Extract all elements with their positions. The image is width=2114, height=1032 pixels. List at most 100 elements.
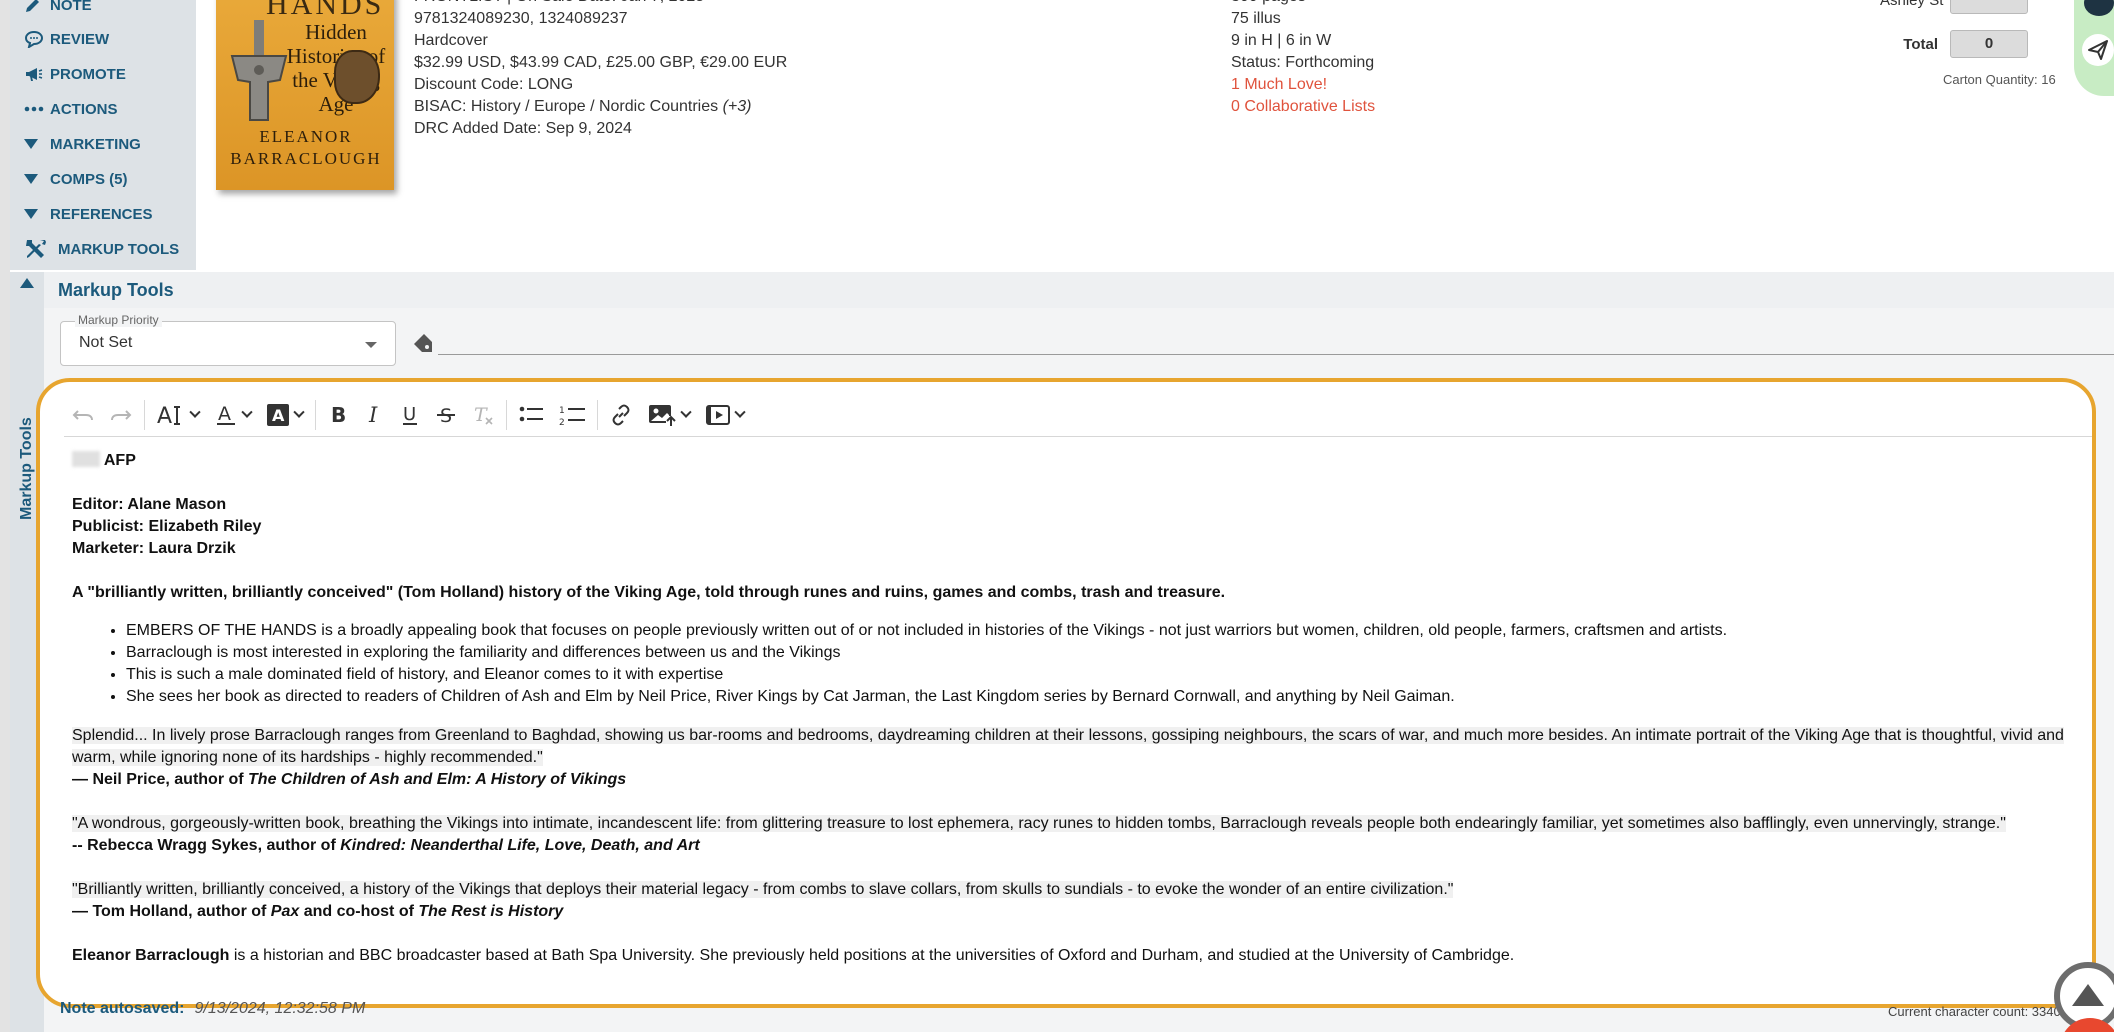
markup-tools-title: Markup Tools [58,280,174,300]
sidebar-item-label: REVIEW [50,30,110,48]
cart-icon[interactable] [2084,0,2114,16]
note-header: AFP [72,450,2082,472]
headline: A "brilliantly written, brilliantly conc… [72,584,1226,601]
svg-text:A: A [157,404,172,426]
sidebar-item-note[interactable]: NOTE [24,0,92,20]
ellipsis-icon [24,106,50,112]
redacted-text [72,451,100,467]
note-content[interactable]: AFP Editor: Alane Mason Publicist: Eliza… [72,450,2082,967]
toolbar-bottom-border [64,436,2092,437]
list-item: Barraclough is most interested in explor… [126,642,2082,664]
bisac: BISAC: History / Europe / Nordic Countri… [414,98,752,115]
user-quantity-input[interactable] [1950,0,2028,14]
sidebar-item-label: MARKETING [50,135,141,153]
selling-points-list: EMBERS OF THE HANDS is a broadly appeali… [126,620,2082,708]
book-metadata-secondary: 300 pages 75 illus 9 in H | 6 in W Statu… [1231,0,1375,118]
tags-input[interactable] [438,354,2114,355]
quote-neil-price: Splendid... In lively prose Barraclough … [72,727,2064,766]
publicist-line: Publicist: Elizabeth Riley [72,518,262,535]
prices: $32.99 USD, $43.99 CAD, £25.00 GBP, €29.… [414,54,788,71]
svg-text:A: A [272,406,285,425]
arrow-up-icon [2072,984,2104,1006]
format: Hardcover [414,32,488,49]
total-label: Total [1903,35,1938,53]
sidebar-item-marketing[interactable]: MARKETING [24,129,141,159]
sidebar: NOTE REVIEW PROMOTE ACTIONS MARKETING CO… [10,0,196,270]
rune-stone-image [334,50,380,104]
sidebar-item-review[interactable]: REVIEW [24,24,109,54]
quote-attribution: — Tom Holland, author of Pax and co-host… [72,903,564,920]
bisac-more[interactable]: (+3) [723,98,752,115]
collapse-caret-icon[interactable] [20,278,34,288]
svg-text:U: U [403,404,416,425]
italic-icon[interactable]: I [356,397,392,433]
sidebar-item-label: REFERENCES [50,205,153,223]
list-item: She sees her book as directed to readers… [126,686,2082,708]
sidebar-item-references[interactable]: REFERENCES [24,199,153,229]
action-column [2074,0,2114,96]
status: Status: Forthcoming [1231,54,1375,71]
pages: 300 pages [1231,0,1375,8]
chevron-down-icon [365,342,377,348]
discount-code: Discount Code: LONG [414,76,574,93]
sidebar-item-promote[interactable]: PROMOTE [24,59,126,89]
undo-icon[interactable] [64,397,102,433]
svg-text:I: I [368,404,378,426]
editor-line: Editor: Alane Mason [72,496,227,513]
note-editor[interactable]: A A A B I U S T 12 AFP Editor: Alane Mas… [36,378,2096,1008]
total-value: 0 [1950,30,2028,58]
svg-text:B: B [331,404,346,426]
sidebar-item-label: NOTE [50,0,92,14]
toolbar-divider [315,400,316,430]
insert-image-icon[interactable] [640,397,698,433]
collaborative-lists-link[interactable]: 0 Collaborative Lists [1231,96,1375,118]
drc-date: DRC Added Date: Sep 9, 2024 [414,120,632,137]
sidebar-item-comps[interactable]: COMPS (5) [24,164,128,194]
sidebar-item-markup-tools[interactable]: MARKUP TOOLS [24,234,179,264]
editor-toolbar: A A A B I U S T 12 [64,394,2092,436]
total-quantity-row: Total 0 [1880,30,2028,58]
cover-title: HANDS [266,0,385,21]
thor-hammer-icon [224,20,294,135]
insert-media-icon[interactable] [698,397,752,433]
redo-icon[interactable] [102,397,140,433]
tag-icon [412,332,434,359]
user-quantity-label: Ashley St [1880,0,1944,9]
book-metadata: FRONTLIST | On Sale Date: Jan 7, 2025 97… [414,0,787,140]
sidebar-item-actions[interactable]: ACTIONS [24,94,118,124]
much-love-link[interactable]: 1 Much Love! [1231,74,1375,96]
scroll-to-top-button[interactable] [2050,962,2114,1032]
clear-format-icon[interactable]: T [464,397,502,433]
font-size-icon[interactable]: A [149,397,207,433]
toolbar-divider [144,400,145,430]
send-icon[interactable] [2082,34,2114,66]
toolbar-divider [506,400,507,430]
caret-down-icon [24,209,50,219]
caret-down-icon [24,139,50,149]
numbered-list-icon[interactable]: 12 [551,397,593,433]
caret-down-icon [24,174,50,184]
underline-icon[interactable]: U [392,397,428,433]
cover-author: ELEANOR BARRACLOUGH [230,127,382,168]
bold-icon[interactable]: B [320,397,356,433]
autosave-status: Note autosaved: 9/13/2024, 12:32:58 PM [60,1000,366,1017]
link-icon[interactable] [602,397,640,433]
isbns: 9781324089230, 1324089237 [414,10,628,27]
background-color-icon[interactable]: A [259,397,311,433]
author-bio: Eleanor Barraclough is a historian and B… [72,947,1515,964]
font-color-icon[interactable]: A [207,397,259,433]
tools-icon [24,238,58,260]
quote-tom-holland: "Brilliantly written, brilliantly concei… [72,881,1454,898]
book-cover[interactable]: HANDS Hidden Histories of the Viking Age… [216,0,394,190]
sidebar-item-label: PROMOTE [50,65,126,83]
markup-priority-select[interactable]: Markup Priority Not Set [60,313,396,366]
sidebar-item-label: MARKUP TOOLS [58,240,180,258]
bulleted-list-icon[interactable] [511,397,551,433]
strikethrough-icon[interactable]: S [428,397,464,433]
speech-bubble-icon [24,30,50,48]
markup-priority-value: Not Set [79,334,133,351]
frontlist-line: FRONTLIST | On Sale Date: Jan 7, 2025 [414,0,787,8]
dimensions: 9 in H | 6 in W [1231,32,1332,49]
user-quantity-row: Ashley St [1880,0,2028,14]
outer-rail [0,0,10,1032]
